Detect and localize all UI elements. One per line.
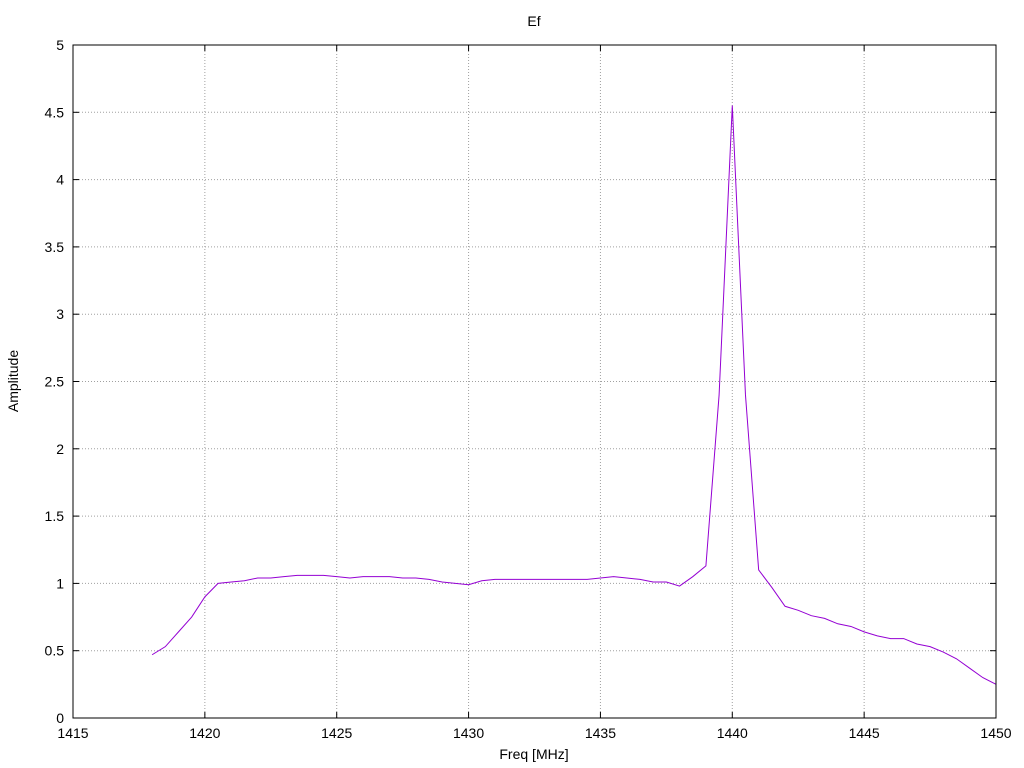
y-tick-label: 4 xyxy=(56,172,64,188)
y-tick-label: 1.5 xyxy=(45,508,65,524)
series-layer xyxy=(151,105,997,685)
chart-title: Ef xyxy=(527,13,540,29)
y-tick-label: 1 xyxy=(56,575,64,591)
x-tick-label: 1445 xyxy=(849,725,880,741)
x-tick-label: 1420 xyxy=(189,725,220,741)
y-tick-label: 0 xyxy=(56,710,64,726)
x-tick-label: 1415 xyxy=(57,725,88,741)
grid-lines xyxy=(73,45,996,718)
axis-ticks: 1415 1420 1425 1430 1435 1440 1445 1450 0 0.5 1 1.5… xyxy=(45,37,1012,741)
y-axis-label: Amplitude xyxy=(5,350,21,412)
chart-svg: Ef Freq [MHz] Amplitude 1415 1420 1425 1430… xyxy=(5,13,1012,762)
x-tick-label: 1440 xyxy=(717,725,748,741)
series-line-0 xyxy=(151,105,997,685)
x-tick-label: 1450 xyxy=(980,725,1011,741)
y-tick-label: 3.5 xyxy=(45,239,65,255)
y-tick-label: 5 xyxy=(56,37,64,53)
x-axis-label: Freq [MHz] xyxy=(499,746,568,762)
chart-container: Ef Freq [MHz] Amplitude 1415 1420 1425 1430… xyxy=(0,0,1024,768)
x-tick-label: 1435 xyxy=(585,725,616,741)
y-tick-label: 2 xyxy=(56,441,64,457)
y-tick-label: 4.5 xyxy=(45,104,65,120)
x-tick-label: 1430 xyxy=(453,725,484,741)
x-tick-label: 1425 xyxy=(321,725,352,741)
y-tick-label: 3 xyxy=(56,306,64,322)
y-tick-label: 0.5 xyxy=(45,643,65,659)
y-tick-label: 2.5 xyxy=(45,374,65,390)
